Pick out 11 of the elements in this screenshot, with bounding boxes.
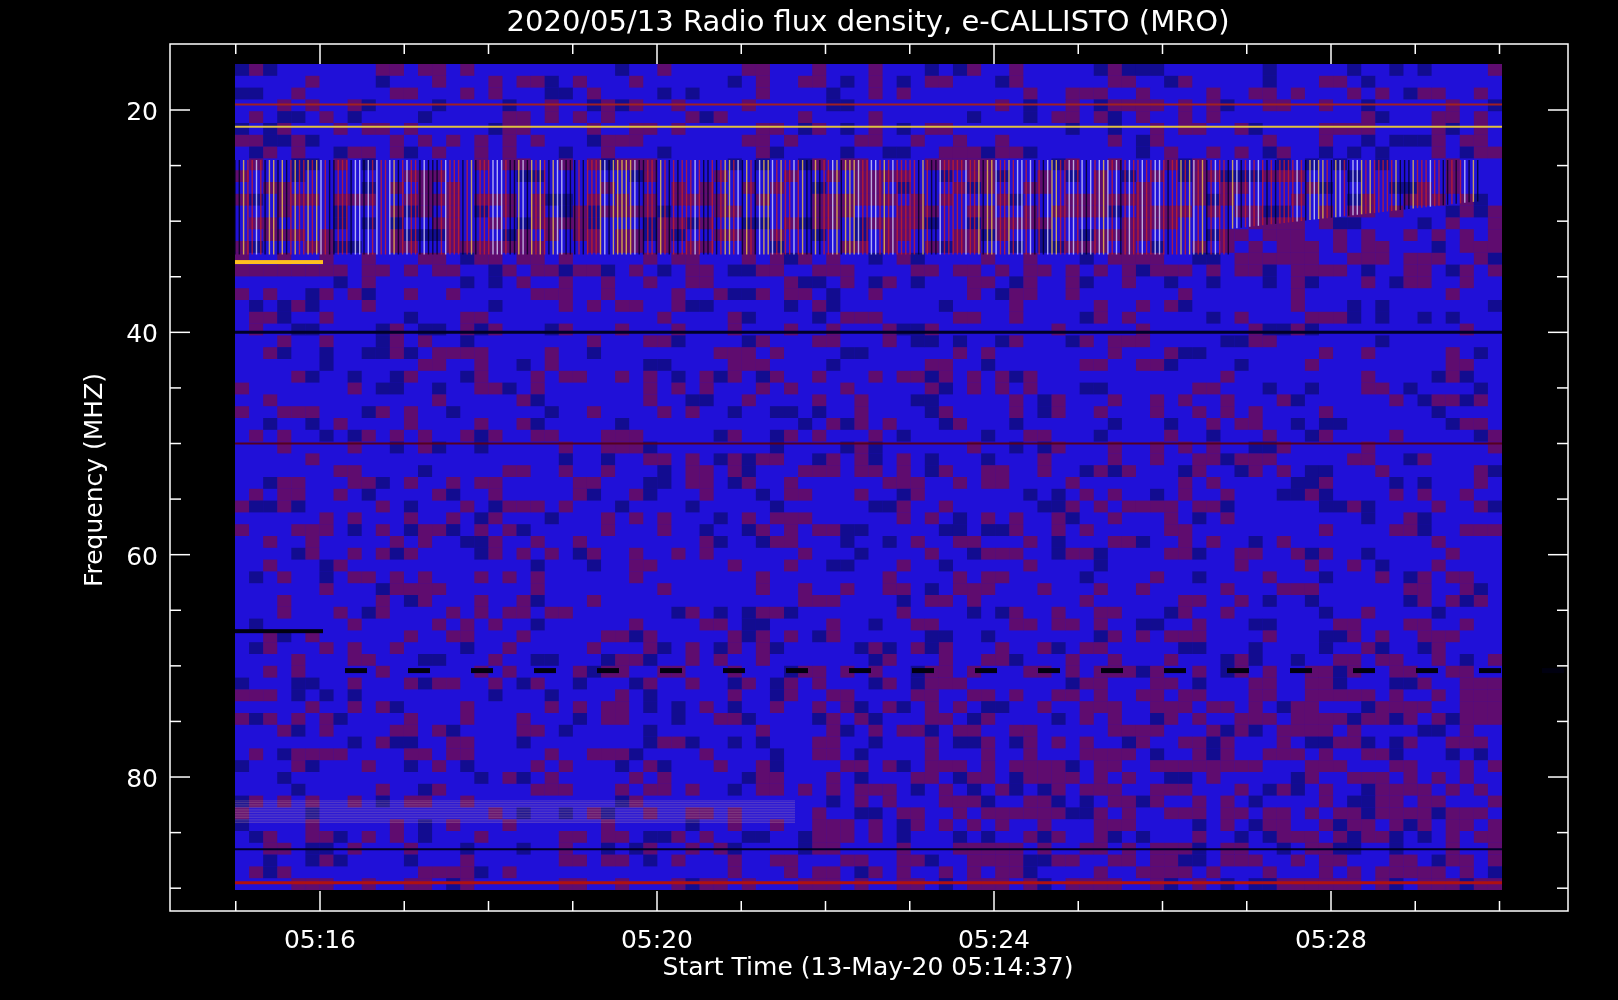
y-tick-label: 40 [126,319,158,349]
y-axis-label: Frequency (MHZ) [79,372,108,588]
x-axis-label: Start Time (13-May-20 05:14:37) [662,952,1074,981]
y-tick-label: 80 [126,764,158,793]
x-tick-label: 05:20 [621,925,693,954]
chart-title: 2020/05/13 Radio flux density, e-CALLISTO (MRO) [506,4,1230,38]
x-tick-label: 05:16 [284,925,356,954]
x-tick-label: 05:28 [1295,925,1367,954]
y-tick-label: 20 [126,97,158,126]
x-tick-label: 05:24 [958,925,1030,954]
y-tick-label: 60 [126,541,158,571]
